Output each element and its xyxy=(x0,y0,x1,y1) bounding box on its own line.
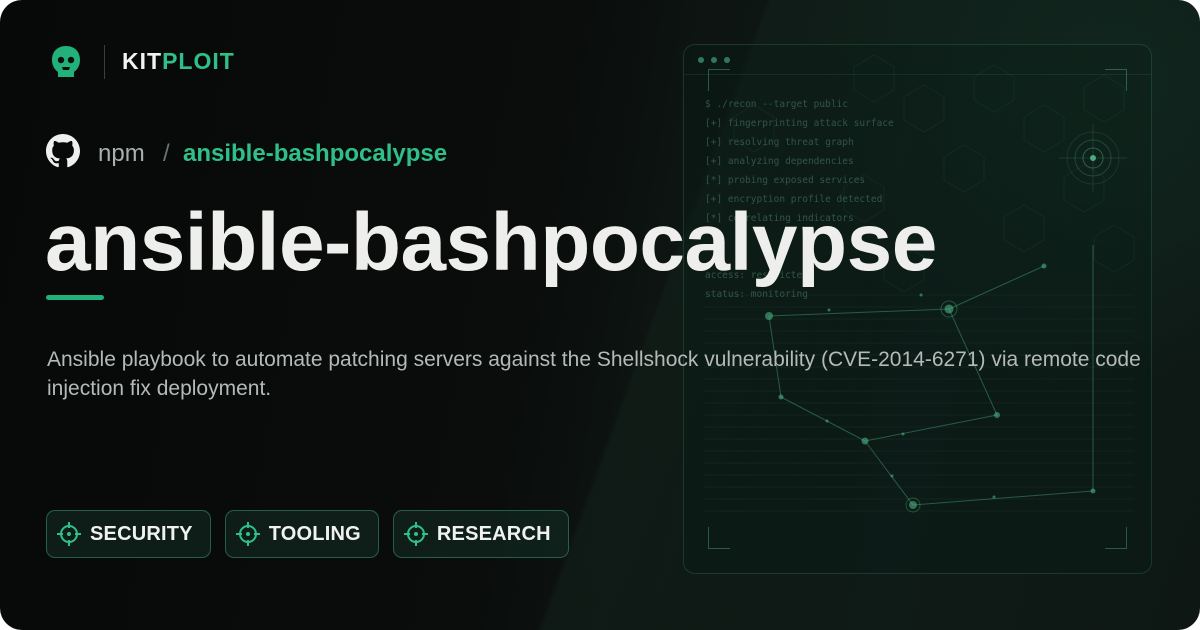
tag-research[interactable]: RESEARCH xyxy=(392,510,569,558)
breadcrumb-separator: / xyxy=(163,140,170,167)
social-card: $ ./recon --target public [+] fingerprint… xyxy=(0,0,1200,630)
tag-security[interactable]: SECURITY xyxy=(46,510,211,558)
breadcrumb-root[interactable]: npm xyxy=(98,140,145,168)
page-title: ansible-bashpocalypse xyxy=(45,197,937,288)
description: Ansible playbook to automate patching se… xyxy=(47,348,1141,400)
title-underline xyxy=(46,295,104,300)
crosshair-icon xyxy=(57,522,81,546)
crosshair-icon xyxy=(403,522,428,546)
tag-label: RESEARCH xyxy=(436,522,551,545)
github-icon xyxy=(46,134,80,168)
network-graph xyxy=(704,54,1135,513)
terminal-illustration: $ ./recon --target public [+] fingerprint… xyxy=(683,44,1152,574)
crosshair-icon xyxy=(235,522,260,546)
tag-label: SECURITY xyxy=(90,522,193,545)
tag-list: SECURITY TOOLING RESEARCH xyxy=(46,510,569,558)
tag-tooling[interactable]: TOOLING xyxy=(224,510,379,558)
brand-name: KITPLOIT xyxy=(122,48,235,75)
brand-name-part1: KIT xyxy=(122,48,163,74)
kitploit-logo-icon xyxy=(52,46,80,77)
logo-divider xyxy=(104,45,105,79)
breadcrumb-repo[interactable]: ansible-bashpocalypse xyxy=(183,140,447,168)
brand-name-part2: PLOIT xyxy=(162,48,235,74)
tag-label: TOOLING xyxy=(268,522,361,545)
